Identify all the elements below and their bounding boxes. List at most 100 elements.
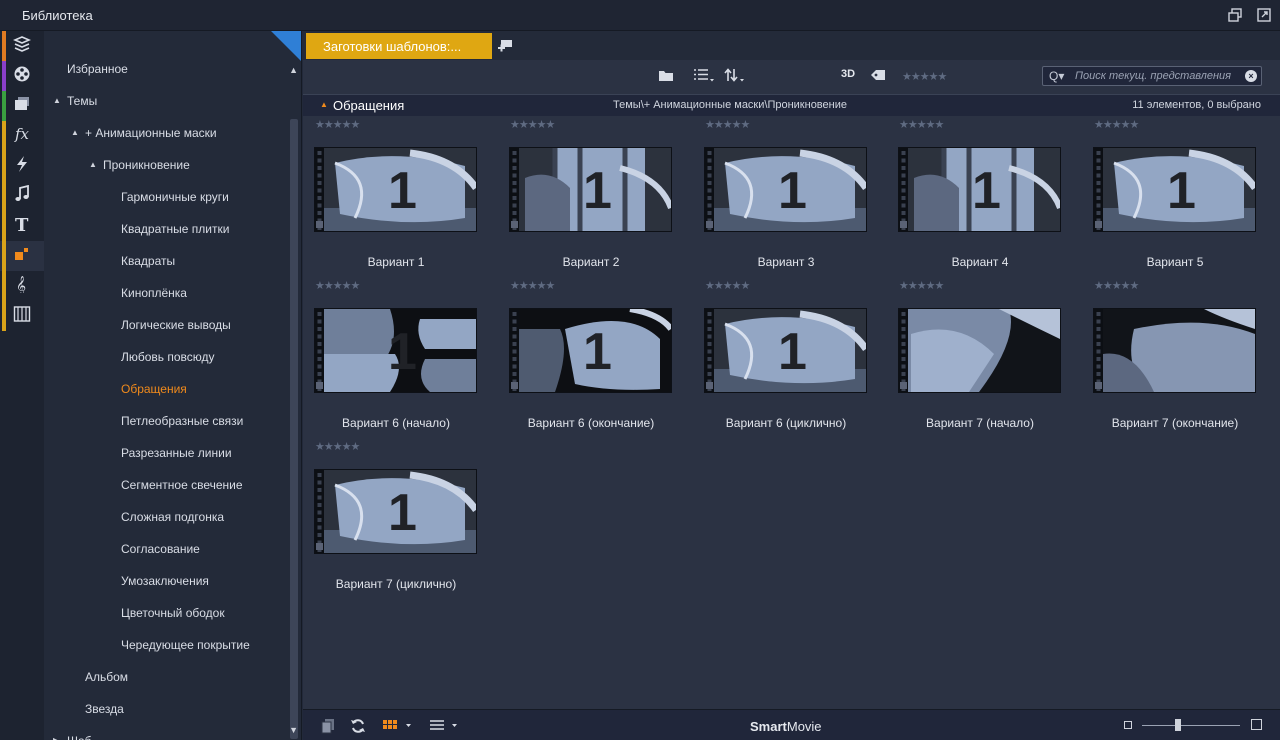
tree-item[interactable]: Проникновение bbox=[103, 158, 190, 172]
tree-item[interactable]: Избранное bbox=[67, 62, 128, 76]
template-item[interactable]: ★★★★★ 1 Вариант 6 (окончание) bbox=[498, 278, 678, 438]
tree-item[interactable]: Обращения bbox=[121, 382, 187, 396]
tree-item[interactable]: Любовь повсюду bbox=[121, 350, 215, 364]
tree-item[interactable]: Звезда bbox=[85, 702, 124, 716]
template-label: Вариант 4 bbox=[951, 255, 1009, 269]
item-rating-stars[interactable]: ★★★★★ bbox=[705, 118, 750, 131]
tree-item[interactable]: Цветочный ободок bbox=[121, 606, 225, 620]
item-rating-stars[interactable]: ★★★★★ bbox=[315, 279, 360, 292]
template-thumbnail[interactable]: 1 bbox=[705, 309, 866, 392]
search-icon[interactable]: Q▾ bbox=[1049, 69, 1064, 83]
restore-window-icon[interactable] bbox=[1228, 8, 1242, 22]
item-rating-stars[interactable]: ★★★★★ bbox=[899, 279, 944, 292]
library-tab-film-reel[interactable] bbox=[0, 61, 44, 91]
tag-icon[interactable] bbox=[870, 68, 886, 86]
grid-view-icon[interactable] bbox=[382, 718, 412, 737]
template-thumbnail[interactable]: 1 bbox=[510, 148, 671, 231]
template-item[interactable]: ★★★★★ Вариант 7 (начало) bbox=[887, 278, 1067, 438]
scroll-up-arrow-icon[interactable]: ▲ bbox=[289, 65, 298, 75]
toggle-3d-button[interactable]: 3D bbox=[841, 68, 855, 80]
zoom-in-icon[interactable] bbox=[1251, 719, 1262, 730]
smartmovie-button[interactable]: SmartMovie bbox=[750, 719, 822, 734]
template-item[interactable]: ★★★★★ 1 Вариант 6 (циклично) bbox=[693, 278, 873, 438]
svg-text:fx: fx bbox=[14, 125, 30, 143]
library-tab-montage[interactable] bbox=[0, 241, 44, 271]
template-thumbnail[interactable] bbox=[1094, 309, 1255, 392]
template-thumbnail[interactable]: 1 bbox=[510, 309, 671, 392]
category-color-stripe bbox=[2, 61, 6, 91]
list-view-icon[interactable] bbox=[429, 718, 459, 737]
tree-item[interactable]: Согласование bbox=[121, 542, 200, 556]
template-item[interactable]: ★★★★★ 1 Вариант 2 bbox=[498, 117, 678, 277]
zoom-slider-track[interactable] bbox=[1142, 725, 1240, 726]
tree-item[interactable]: Сегментное свечение bbox=[121, 478, 243, 492]
template-item[interactable]: ★★★★★ Вариант 7 (окончание) bbox=[1082, 278, 1262, 438]
pin-corner-icon[interactable] bbox=[271, 31, 301, 61]
template-thumbnail[interactable]: 1 bbox=[315, 470, 476, 553]
item-rating-stars[interactable]: ★★★★★ bbox=[1094, 118, 1139, 131]
detach-window-icon[interactable] bbox=[1257, 8, 1271, 22]
template-thumbnail[interactable]: 1 bbox=[315, 148, 476, 231]
tree-expander-icon[interactable]: ▲ bbox=[53, 96, 61, 105]
refresh-icon[interactable] bbox=[350, 718, 366, 739]
library-tab-titles[interactable]: T bbox=[0, 211, 44, 241]
tree-item[interactable]: Альбом bbox=[85, 670, 128, 684]
item-rating-stars[interactable]: ★★★★★ bbox=[705, 279, 750, 292]
tree-item[interactable]: Петлеобразные связи bbox=[121, 414, 243, 428]
item-rating-stars[interactable]: ★★★★★ bbox=[510, 118, 555, 131]
library-tab-project-bin[interactable] bbox=[0, 31, 44, 61]
tree-item[interactable]: Умозаключения bbox=[121, 574, 209, 588]
tree-item[interactable]: Чередующее покрытие bbox=[121, 638, 250, 652]
view-list-icon[interactable] bbox=[693, 68, 715, 87]
zoom-out-icon[interactable] bbox=[1124, 721, 1132, 729]
collapse-caret-icon[interactable]: ▲ bbox=[320, 100, 328, 109]
template-item[interactable]: ★★★★★ 1 Вариант 5 bbox=[1082, 117, 1262, 277]
template-thumbnail[interactable]: 1 bbox=[899, 148, 1060, 231]
template-item[interactable]: ★★★★★ 1 Вариант 7 (циклично) bbox=[303, 439, 483, 599]
tree-expander-icon[interactable]: ▶ bbox=[53, 736, 59, 740]
library-tab-sound-effects[interactable]: 𝄞 bbox=[0, 271, 44, 301]
tree-expander-icon[interactable]: ▲ bbox=[71, 128, 79, 137]
template-item[interactable]: ★★★★★ 1 Вариант 4 bbox=[887, 117, 1067, 277]
item-rating-stars[interactable]: ★★★★★ bbox=[899, 118, 944, 131]
scroll-down-arrow-icon[interactable]: ▼ bbox=[289, 725, 298, 735]
library-tab-photos[interactable] bbox=[0, 91, 44, 121]
tree-scrollbar[interactable] bbox=[290, 119, 298, 739]
template-thumbnail[interactable]: 1 bbox=[1094, 148, 1255, 231]
tab-template-presets[interactable]: Заготовки шаблонов:... bbox=[306, 33, 492, 59]
copy-icon[interactable] bbox=[320, 718, 336, 739]
template-thumbnail[interactable]: 1 bbox=[705, 148, 866, 231]
tree-item[interactable]: + Анимационные маски bbox=[85, 126, 217, 140]
item-rating-stars[interactable]: ★★★★★ bbox=[315, 118, 360, 131]
item-rating-stars[interactable]: ★★★★★ bbox=[1094, 279, 1139, 292]
template-thumbnail[interactable]: 1 bbox=[315, 309, 476, 392]
template-item[interactable]: ★★★★★ 1 Вариант 1 bbox=[303, 117, 483, 277]
search-field[interactable]: Q▾ Поиск текущ. представления × bbox=[1042, 66, 1262, 86]
clear-search-icon[interactable]: × bbox=[1245, 70, 1257, 82]
tree-expander-icon[interactable]: ▲ bbox=[89, 160, 97, 169]
library-tab-piano[interactable] bbox=[0, 301, 44, 331]
tree-item[interactable]: Разрезанные линии bbox=[121, 446, 232, 460]
add-tab-icon[interactable] bbox=[497, 38, 513, 52]
zoom-slider-handle[interactable] bbox=[1175, 719, 1181, 731]
tree-item[interactable]: Шаб bbox=[67, 734, 92, 740]
template-item[interactable]: ★★★★★ 1 Вариант 3 bbox=[693, 117, 873, 277]
tree-item[interactable]: Сложная подгонка bbox=[121, 510, 224, 524]
library-tab-transitions[interactable] bbox=[0, 151, 44, 181]
tree-item[interactable]: Гармоничные круги bbox=[121, 190, 229, 204]
tree-item[interactable]: Логические выводы bbox=[121, 318, 231, 332]
rating-filter-stars[interactable]: ★★★★★ bbox=[902, 70, 947, 83]
template-item[interactable]: ★★★★★ 1 Вариант 6 (начало) bbox=[303, 278, 483, 438]
tree-item[interactable]: Киноплёнка bbox=[121, 286, 187, 300]
sound-effects-icon: 𝄞 bbox=[13, 275, 31, 298]
tree-item[interactable]: Темы bbox=[67, 94, 97, 108]
folder-icon[interactable] bbox=[658, 68, 674, 87]
item-rating-stars[interactable]: ★★★★★ bbox=[315, 440, 360, 453]
library-tab-effects-fx[interactable]: fx bbox=[0, 121, 44, 151]
tree-item[interactable]: Квадраты bbox=[121, 254, 175, 268]
library-tab-music[interactable] bbox=[0, 181, 44, 211]
item-rating-stars[interactable]: ★★★★★ bbox=[510, 279, 555, 292]
sort-icon[interactable] bbox=[724, 68, 746, 87]
tree-item[interactable]: Квадратные плитки bbox=[121, 222, 229, 236]
template-thumbnail[interactable] bbox=[899, 309, 1060, 392]
